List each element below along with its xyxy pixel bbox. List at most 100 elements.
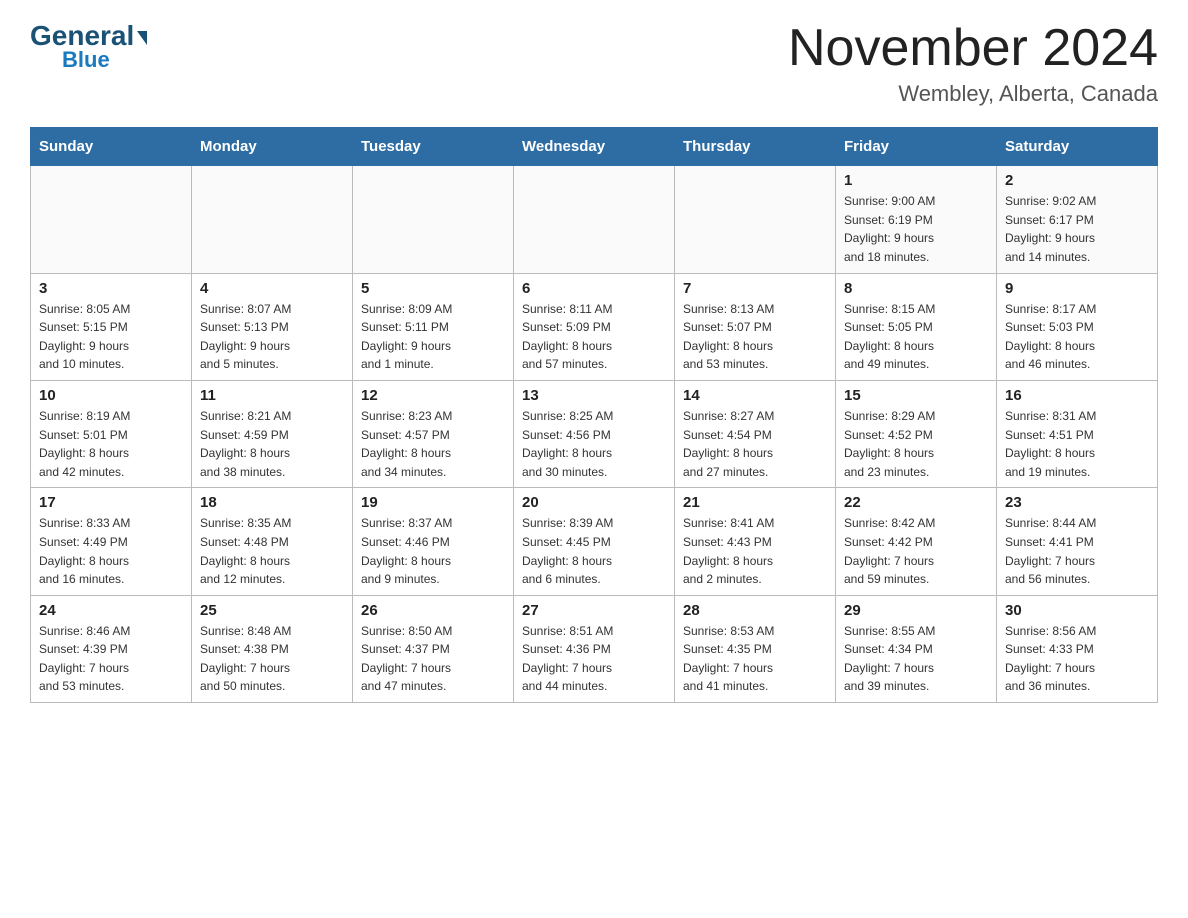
calendar-table: SundayMondayTuesdayWednesdayThursdayFrid… bbox=[30, 127, 1158, 703]
day-info: Sunrise: 8:50 AM Sunset: 4:37 PM Dayligh… bbox=[361, 622, 505, 696]
calendar-cell: 30 Sunrise: 8:56 AM Sunset: 4:33 PM Dayli… bbox=[997, 595, 1158, 702]
calendar-cell: 24 Sunrise: 8:46 AM Sunset: 4:39 PM Dayli… bbox=[31, 595, 192, 702]
day-info: Sunrise: 8:48 AM Sunset: 4:38 PM Dayligh… bbox=[200, 622, 344, 696]
calendar-cell: 1 Sunrise: 9:00 AM Sunset: 6:19 PM Daylig… bbox=[836, 166, 997, 273]
day-info: Sunrise: 9:00 AM Sunset: 6:19 PM Dayligh… bbox=[844, 192, 988, 266]
weekday-header-monday: Monday bbox=[192, 128, 353, 166]
week-row-2: 3 Sunrise: 8:05 AM Sunset: 5:15 PM Daylig… bbox=[31, 273, 1158, 380]
day-number: 9 bbox=[1005, 280, 1149, 297]
weekday-header-wednesday: Wednesday bbox=[514, 128, 675, 166]
calendar-cell: 4 Sunrise: 8:07 AM Sunset: 5:13 PM Daylig… bbox=[192, 273, 353, 380]
day-number: 18 bbox=[200, 494, 344, 511]
calendar-cell: 16 Sunrise: 8:31 AM Sunset: 4:51 PM Dayli… bbox=[997, 380, 1158, 487]
calendar-cell: 20 Sunrise: 8:39 AM Sunset: 4:45 PM Dayli… bbox=[514, 488, 675, 595]
day-number: 22 bbox=[844, 494, 988, 511]
calendar-cell: 28Sunrise: 8:53 AM Sunset: 4:35 PM Dayli… bbox=[675, 595, 836, 702]
weekday-header-tuesday: Tuesday bbox=[353, 128, 514, 166]
calendar-cell: 9 Sunrise: 8:17 AM Sunset: 5:03 PM Daylig… bbox=[997, 273, 1158, 380]
calendar-cell: 23 Sunrise: 8:44 AM Sunset: 4:41 PM Dayli… bbox=[997, 488, 1158, 595]
day-number: 17 bbox=[39, 494, 183, 511]
day-info: Sunrise: 8:17 AM Sunset: 5:03 PM Dayligh… bbox=[1005, 300, 1149, 374]
day-number: 26 bbox=[361, 602, 505, 619]
calendar-cell: 22 Sunrise: 8:42 AM Sunset: 4:42 PM Dayli… bbox=[836, 488, 997, 595]
weekday-header-thursday: Thursday bbox=[675, 128, 836, 166]
day-number: 15 bbox=[844, 387, 988, 404]
calendar-cell: 2Sunrise: 9:02 AM Sunset: 6:17 PM Daylig… bbox=[997, 166, 1158, 273]
day-number: 27 bbox=[522, 602, 666, 619]
calendar-cell bbox=[192, 166, 353, 273]
day-number: 14 bbox=[683, 387, 827, 404]
day-info: Sunrise: 8:05 AM Sunset: 5:15 PM Dayligh… bbox=[39, 300, 183, 374]
day-number: 19 bbox=[361, 494, 505, 511]
day-number: 10 bbox=[39, 387, 183, 404]
calendar-cell: 5 Sunrise: 8:09 AM Sunset: 5:11 PM Daylig… bbox=[353, 273, 514, 380]
day-number: 29 bbox=[844, 602, 988, 619]
day-number: 12 bbox=[361, 387, 505, 404]
logo: General Blue bbox=[30, 20, 147, 73]
week-row-5: 24 Sunrise: 8:46 AM Sunset: 4:39 PM Dayli… bbox=[31, 595, 1158, 702]
day-number: 7 bbox=[683, 280, 827, 297]
day-info: Sunrise: 8:23 AM Sunset: 4:57 PM Dayligh… bbox=[361, 407, 505, 481]
day-number: 13 bbox=[522, 387, 666, 404]
calendar-cell: 12 Sunrise: 8:23 AM Sunset: 4:57 PM Dayli… bbox=[353, 380, 514, 487]
calendar-cell: 14 Sunrise: 8:27 AM Sunset: 4:54 PM Dayli… bbox=[675, 380, 836, 487]
weekday-header-friday: Friday bbox=[836, 128, 997, 166]
day-info: Sunrise: 8:42 AM Sunset: 4:42 PM Dayligh… bbox=[844, 514, 988, 588]
day-number: 23 bbox=[1005, 494, 1149, 511]
day-info: Sunrise: 8:15 AM Sunset: 5:05 PM Dayligh… bbox=[844, 300, 988, 374]
calendar-cell: 6 Sunrise: 8:11 AM Sunset: 5:09 PM Daylig… bbox=[514, 273, 675, 380]
day-number: 11 bbox=[200, 387, 344, 404]
day-info: Sunrise: 8:35 AM Sunset: 4:48 PM Dayligh… bbox=[200, 514, 344, 588]
day-info: Sunrise: 8:29 AM Sunset: 4:52 PM Dayligh… bbox=[844, 407, 988, 481]
calendar-cell: 10 Sunrise: 8:19 AM Sunset: 5:01 PM Dayli… bbox=[31, 380, 192, 487]
calendar-cell: 15 Sunrise: 8:29 AM Sunset: 4:52 PM Dayli… bbox=[836, 380, 997, 487]
day-number: 24 bbox=[39, 602, 183, 619]
calendar-cell: 21Sunrise: 8:41 AM Sunset: 4:43 PM Dayli… bbox=[675, 488, 836, 595]
day-info: Sunrise: 8:55 AM Sunset: 4:34 PM Dayligh… bbox=[844, 622, 988, 696]
day-number: 16 bbox=[1005, 387, 1149, 404]
day-number: 5 bbox=[361, 280, 505, 297]
calendar-cell: 7 Sunrise: 8:13 AM Sunset: 5:07 PM Daylig… bbox=[675, 273, 836, 380]
day-info: Sunrise: 8:46 AM Sunset: 4:39 PM Dayligh… bbox=[39, 622, 183, 696]
calendar-cell: 8 Sunrise: 8:15 AM Sunset: 5:05 PM Daylig… bbox=[836, 273, 997, 380]
weekday-header-saturday: Saturday bbox=[997, 128, 1158, 166]
calendar-cell: 29 Sunrise: 8:55 AM Sunset: 4:34 PM Dayli… bbox=[836, 595, 997, 702]
day-info: Sunrise: 8:27 AM Sunset: 4:54 PM Dayligh… bbox=[683, 407, 827, 481]
title-area: November 2024 Wembley, Alberta, Canada bbox=[788, 20, 1158, 107]
month-title: November 2024 bbox=[788, 20, 1158, 77]
calendar-cell bbox=[675, 166, 836, 273]
weekday-header-sunday: Sunday bbox=[31, 128, 192, 166]
day-number: 20 bbox=[522, 494, 666, 511]
calendar-cell: 26 Sunrise: 8:50 AM Sunset: 4:37 PM Dayli… bbox=[353, 595, 514, 702]
day-number: 30 bbox=[1005, 602, 1149, 619]
day-number: 8 bbox=[844, 280, 988, 297]
week-row-4: 17 Sunrise: 8:33 AM Sunset: 4:49 PM Dayli… bbox=[31, 488, 1158, 595]
day-info: Sunrise: 8:37 AM Sunset: 4:46 PM Dayligh… bbox=[361, 514, 505, 588]
day-number: 1 bbox=[844, 172, 988, 189]
week-row-3: 10 Sunrise: 8:19 AM Sunset: 5:01 PM Dayli… bbox=[31, 380, 1158, 487]
calendar-cell: 3 Sunrise: 8:05 AM Sunset: 5:15 PM Daylig… bbox=[31, 273, 192, 380]
calendar-cell: 19 Sunrise: 8:37 AM Sunset: 4:46 PM Dayli… bbox=[353, 488, 514, 595]
day-number: 28 bbox=[683, 602, 827, 619]
day-info: Sunrise: 8:13 AM Sunset: 5:07 PM Dayligh… bbox=[683, 300, 827, 374]
day-info: Sunrise: 8:51 AM Sunset: 4:36 PM Dayligh… bbox=[522, 622, 666, 696]
day-info: Sunrise: 8:33 AM Sunset: 4:49 PM Dayligh… bbox=[39, 514, 183, 588]
day-info: Sunrise: 8:19 AM Sunset: 5:01 PM Dayligh… bbox=[39, 407, 183, 481]
day-info: Sunrise: 8:09 AM Sunset: 5:11 PM Dayligh… bbox=[361, 300, 505, 374]
day-number: 3 bbox=[39, 280, 183, 297]
calendar-cell: 27 Sunrise: 8:51 AM Sunset: 4:36 PM Dayli… bbox=[514, 595, 675, 702]
day-info: Sunrise: 8:56 AM Sunset: 4:33 PM Dayligh… bbox=[1005, 622, 1149, 696]
day-number: 25 bbox=[200, 602, 344, 619]
day-info: Sunrise: 8:31 AM Sunset: 4:51 PM Dayligh… bbox=[1005, 407, 1149, 481]
day-info: Sunrise: 8:44 AM Sunset: 4:41 PM Dayligh… bbox=[1005, 514, 1149, 588]
day-number: 4 bbox=[200, 280, 344, 297]
day-number: 6 bbox=[522, 280, 666, 297]
logo-blue: Blue bbox=[30, 47, 110, 73]
calendar-cell: 13 Sunrise: 8:25 AM Sunset: 4:56 PM Dayli… bbox=[514, 380, 675, 487]
day-info: Sunrise: 8:07 AM Sunset: 5:13 PM Dayligh… bbox=[200, 300, 344, 374]
day-info: Sunrise: 8:39 AM Sunset: 4:45 PM Dayligh… bbox=[522, 514, 666, 588]
day-info: Sunrise: 8:25 AM Sunset: 4:56 PM Dayligh… bbox=[522, 407, 666, 481]
calendar-cell: 17 Sunrise: 8:33 AM Sunset: 4:49 PM Dayli… bbox=[31, 488, 192, 595]
day-info: Sunrise: 8:11 AM Sunset: 5:09 PM Dayligh… bbox=[522, 300, 666, 374]
day-number: 2 bbox=[1005, 172, 1149, 189]
